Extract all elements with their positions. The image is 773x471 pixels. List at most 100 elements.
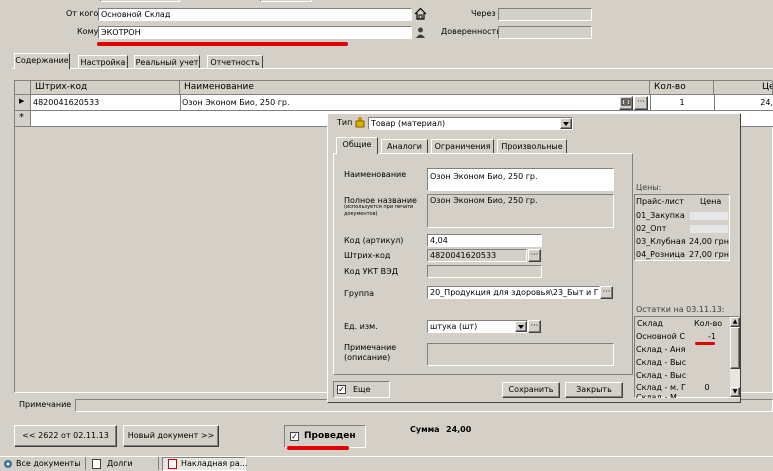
tab-settings[interactable]: Настройка — [78, 55, 128, 68]
top-partial-field-1 — [100, 0, 180, 2]
proxy-field[interactable] — [498, 26, 592, 39]
stock-row-name: Склад - Выс — [636, 358, 687, 367]
column-header-barcode[interactable]: Штрих-код — [31, 81, 180, 95]
cell-barcode[interactable]: 4820041620533 — [33, 97, 178, 109]
stock-row-name: Склад - Аня — [636, 345, 686, 354]
barcode-ellipsis-button[interactable]: ··· — [528, 249, 541, 262]
stock-col-qty: Кол-во — [694, 319, 723, 328]
red-underline-stock — [695, 342, 715, 345]
column-header-name[interactable]: Наименование — [180, 81, 650, 95]
taskbar-divider — [158, 457, 159, 470]
cell-qty[interactable]: 1 — [652, 97, 712, 109]
from-label: От кого — [66, 9, 99, 18]
stock-row-qty: 0 — [704, 383, 710, 392]
debts-icon — [92, 459, 101, 469]
code-label: Код (артикул) — [344, 236, 404, 245]
new-document-button[interactable]: Новый документ >> — [123, 425, 219, 447]
posted-checkbox[interactable]: ✓ — [290, 432, 299, 441]
note-label: Примечание — [19, 400, 72, 409]
price-row-value: 27,00 грн — [689, 250, 729, 259]
tab-content[interactable]: Содержание — [14, 53, 70, 69]
dialog-tab-general[interactable]: Общие — [336, 137, 378, 154]
unit-label: Ед. изм. — [344, 322, 378, 331]
price-row-blurred — [690, 212, 728, 220]
taskbar-item-debts[interactable]: Долги — [107, 458, 133, 470]
stock-row-name: Основной С — [636, 332, 685, 341]
column-header-qty[interactable]: Кол-во — [650, 81, 714, 95]
cell-price[interactable]: 24, — [716, 97, 773, 109]
ukt-field[interactable] — [427, 265, 542, 278]
group-field[interactable]: 20_Продукция для здоровья\23_Быт и Гиг — [427, 286, 600, 299]
stock-col-store: Склад — [637, 319, 663, 328]
via-label: Через — [471, 9, 496, 18]
stock-row-name: Склад - Выс — [636, 371, 687, 380]
note-desc-label: Примечание (описание) — [344, 343, 397, 362]
taskbar-divider — [85, 457, 86, 470]
unit-ellipsis-button[interactable]: ··· — [528, 320, 541, 333]
type-label: Тип — [337, 118, 353, 127]
red-underline-posted — [287, 446, 349, 450]
price-row-name: 02_Опт — [636, 224, 667, 233]
grid-corner — [15, 81, 31, 95]
price-row-name: 04_Розница — [636, 250, 685, 259]
prices-col-price: Цена — [700, 197, 722, 206]
barcode-label: Штрих-код — [344, 251, 391, 260]
via-field[interactable] — [498, 8, 592, 21]
save-button[interactable]: Сохранить — [502, 382, 560, 398]
chevron-down-icon — [518, 325, 524, 329]
price-row-name: 03_Клубная — [636, 237, 686, 246]
barcode-field[interactable]: 4820041620533 — [427, 249, 527, 262]
to-field[interactable]: ЭКОТРОН — [98, 26, 412, 39]
price-row-value: 24,00 грн — [689, 237, 729, 246]
posted-label[interactable]: Проведен — [304, 430, 356, 442]
prices-title: Цены: — [636, 183, 662, 192]
product-card-button[interactable] — [619, 96, 633, 110]
column-header-price[interactable]: Це — [714, 81, 773, 95]
scroll-thumb[interactable] — [730, 327, 740, 369]
new-row-indicator: * — [15, 111, 31, 127]
taskbar-item-invoice[interactable]: Накладная ра... — [181, 458, 247, 470]
home-icon[interactable] — [414, 7, 427, 20]
sum-label: Сумма — [410, 425, 440, 434]
close-button[interactable]: Закрыть — [565, 382, 623, 398]
stock-row-name: Склад - М — [636, 394, 688, 398]
code-field[interactable]: 4,04 — [427, 234, 542, 247]
scroll-down-button[interactable]: ▼ — [730, 387, 740, 397]
contact-icon[interactable] — [414, 26, 427, 39]
from-field[interactable]: Основной Склад — [98, 8, 412, 21]
to-label: Кому — [77, 27, 99, 36]
top-partial-field-2 — [260, 0, 312, 2]
ukt-label: Код УКТ ВЭД — [344, 267, 398, 276]
tab-reports[interactable]: Отчетность — [207, 55, 263, 68]
invoice-icon — [168, 459, 177, 469]
group-label: Группа — [344, 289, 375, 298]
price-row-blurred — [690, 225, 728, 233]
stock-row-name: Склад - м. Г — [636, 383, 686, 392]
stock-title: Остатки на 03.11.13: — [636, 305, 725, 314]
unit-select[interactable]: штука (шт) — [427, 320, 528, 333]
product-type-icon — [354, 116, 366, 128]
cell-name[interactable]: Озон Эконом Био, 250 гр. — [182, 97, 612, 109]
product-select-ellipsis-button[interactable]: ··· — [634, 96, 648, 110]
scroll-up-button[interactable]: ▲ — [730, 317, 740, 327]
type-select[interactable]: Товар (материал) — [368, 117, 573, 130]
prev-document-button[interactable]: << 2622 от 02.11.13 — [14, 425, 117, 447]
more-checkbox[interactable]: ✓ — [337, 385, 346, 394]
dialog-tab-custom[interactable]: Произвольные — [497, 139, 567, 153]
fullname-field[interactable]: Озон Эконом Био, 250 гр. — [427, 194, 614, 228]
prices-col-list: Прайс-лист — [636, 197, 684, 206]
grid-col-divider-price — [714, 95, 715, 111]
chevron-down-icon — [563, 122, 569, 126]
taskbar-item-all-documents[interactable]: Все документы — [16, 458, 81, 470]
tabs-separator-line — [12, 68, 773, 69]
name-field[interactable]: Озон Эконом Био, 250 гр. — [427, 168, 614, 191]
dialog-tab-analogs[interactable]: Аналоги — [381, 139, 428, 153]
more-label[interactable]: Еще — [353, 384, 371, 396]
tab-real-accounting[interactable]: Реальный учет — [134, 55, 200, 68]
group-ellipsis-button[interactable]: ··· — [600, 286, 613, 299]
sum-value: 24,00 — [446, 425, 472, 434]
fullname-note: (используется при печати документов) — [344, 204, 414, 217]
dialog-tab-restrictions[interactable]: Ограничения — [431, 139, 494, 153]
note-desc-field[interactable] — [427, 343, 614, 366]
all-documents-icon — [3, 459, 13, 469]
